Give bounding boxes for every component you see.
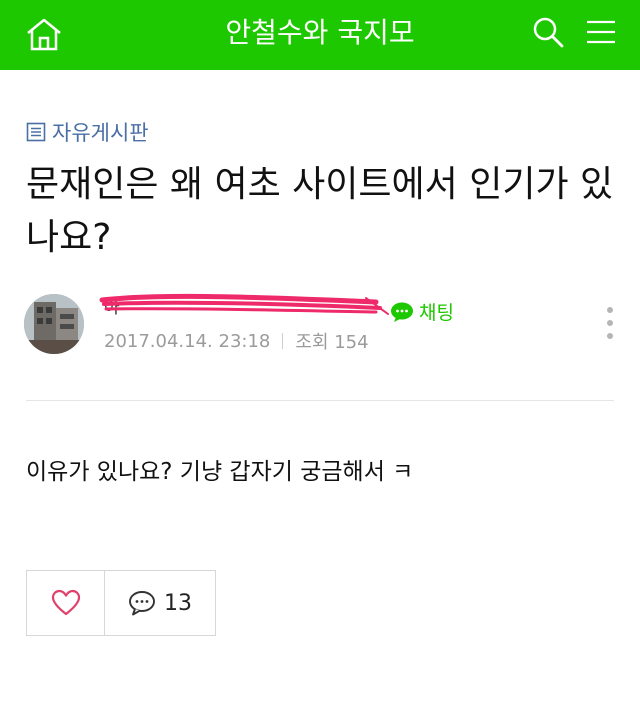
hamburger-menu-icon	[587, 20, 615, 44]
avatar[interactable]	[24, 294, 84, 354]
board-name: 자유게시판	[52, 121, 149, 145]
chat-bubble-icon	[391, 302, 413, 322]
chat-label: 채팅	[419, 302, 454, 324]
post-meta: 2017.04.14. 23:18 조회 154	[104, 328, 369, 354]
like-button[interactable]	[27, 571, 105, 635]
avatar-photo	[24, 294, 84, 354]
menu-button[interactable]	[584, 14, 618, 50]
view-count: 조회 154	[295, 332, 369, 353]
comment-count: 13	[164, 590, 192, 616]
post-title: 문재인은 왜 여초 사이트에서 인기가 있나요?	[26, 164, 614, 258]
post-date: 2017.04.14. 23:18	[104, 330, 271, 352]
post-body: 이유가 있나요? 기냥 갑자기 궁금해서 ㅋ	[26, 459, 414, 485]
search-icon	[533, 17, 564, 48]
board-link[interactable]: 자유게시판	[26, 118, 149, 146]
heart-icon	[51, 589, 80, 616]
home-icon	[27, 18, 61, 51]
divider	[26, 400, 614, 401]
chat-button[interactable]: 채팅	[390, 298, 454, 325]
more-vertical-icon	[607, 307, 613, 339]
home-button[interactable]	[24, 16, 64, 52]
redaction-scribble	[99, 293, 389, 315]
comment-button[interactable]: 13	[105, 571, 215, 635]
comment-icon	[129, 591, 155, 616]
search-button[interactable]	[530, 14, 566, 50]
board-list-icon	[26, 122, 46, 142]
post-actions: 13	[26, 570, 216, 636]
meta-divider	[282, 333, 284, 349]
top-bar: 안철수와 국지모	[0, 0, 640, 70]
more-options-button[interactable]	[600, 304, 620, 344]
